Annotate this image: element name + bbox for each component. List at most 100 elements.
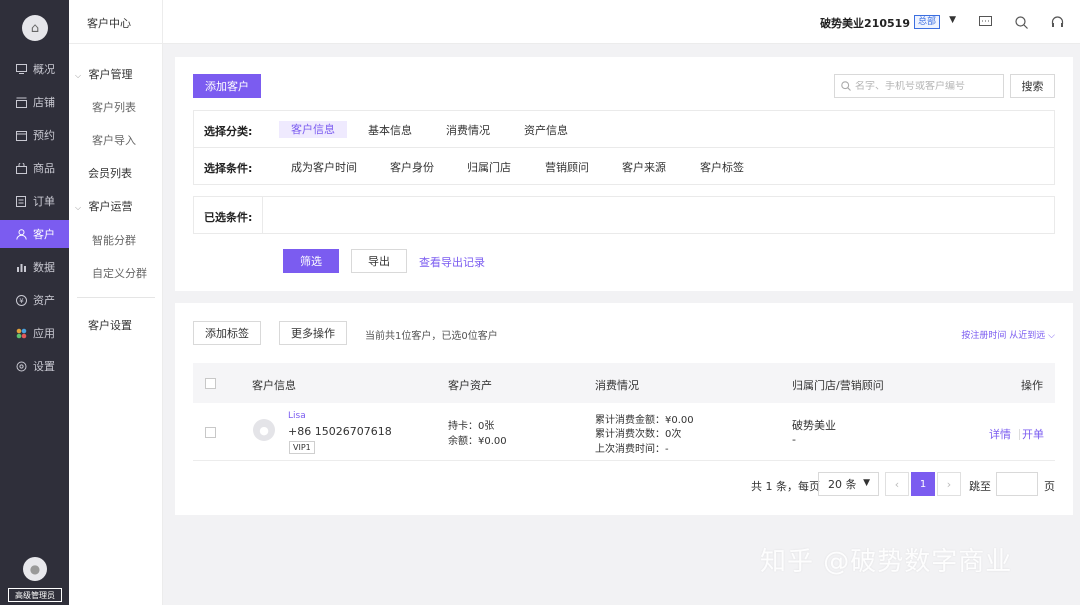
customer-name-link[interactable]: Lisa [288, 411, 306, 421]
message-icon[interactable] [977, 14, 993, 30]
search-button[interactable]: 搜索 [1010, 74, 1055, 98]
nav-label: 订单 [33, 195, 55, 208]
export-records-link[interactable]: 查看导出记录 [419, 254, 485, 270]
condition-option[interactable]: 客户标签 [700, 159, 744, 175]
customer-avatar: ● [253, 419, 275, 441]
category-row: 选择分类: 客户信息 基本信息 消费情况 资产信息 [194, 111, 1054, 148]
add-customer-button[interactable]: 添加客户 [193, 74, 261, 98]
nav-item-booking[interactable]: 预约 [0, 121, 69, 149]
svg-text:¥: ¥ [19, 297, 24, 305]
condition-option[interactable]: 成为客户时间 [291, 159, 357, 175]
list-icon [15, 195, 27, 207]
filter-button[interactable]: 筛选 [283, 249, 339, 273]
nav-item-settings[interactable]: 设置 [0, 352, 69, 380]
store-badge: 总部 [913, 15, 940, 29]
caret-down-icon[interactable]: ▼ [949, 15, 956, 25]
condition-option[interactable]: 营销顾问 [545, 159, 589, 175]
column-header: 操作 [1021, 379, 1043, 392]
user-avatar[interactable]: ● [23, 557, 47, 581]
customer-phone: +86 15026707618 [288, 425, 392, 438]
jump-label: 跳至 [969, 480, 991, 493]
nav-item-assets[interactable]: ¥ 资产 [0, 286, 69, 314]
total-amount: 累计消费金额：¥0.00 [595, 415, 694, 426]
headset-icon[interactable] [1049, 14, 1065, 30]
column-header: 归属门店/营销顾问 [792, 379, 884, 392]
last-consume-time: 上次消费时间：- [595, 444, 669, 455]
next-page-button[interactable]: › [937, 472, 961, 496]
export-button[interactable]: 导出 [351, 249, 407, 273]
search-input[interactable] [855, 80, 995, 92]
store-name[interactable]: 破势美业210519 [820, 15, 910, 31]
nav-label: 预约 [33, 129, 55, 142]
condition-row: 选择条件: 成为客户时间 客户身份 归属门店 营销顾问 客户来源 客户标签 [194, 148, 1054, 185]
table-row: ● Lisa +86 15026707618 VIP1 持卡：0张 余额：¥0.… [193, 403, 1055, 461]
chevron-down-icon: ⌵ [75, 71, 82, 80]
nav-item-customers[interactable]: 客户 [0, 220, 69, 248]
customer-cards: 持卡：0张 [448, 421, 495, 432]
nav-label: 店铺 [33, 96, 55, 109]
more-ops-button[interactable]: 更多操作 [279, 321, 347, 345]
chevron-down-icon: ⌵ [75, 203, 82, 212]
customer-list-panel: 添加标签 更多操作 当前共1位客户，已选0位客户 按注册时间 从近到远 ⌵ 客户… [175, 303, 1073, 515]
page-number-current[interactable]: 1 [911, 472, 935, 496]
jump-page-input[interactable] [996, 472, 1038, 496]
column-header: 消费情况 [595, 379, 639, 392]
chevron-down-icon: ⌵ [1048, 331, 1055, 341]
column-header: 客户信息 [252, 379, 296, 392]
op-separator [1019, 429, 1020, 440]
nav-item-apps[interactable]: 应用 [0, 319, 69, 347]
chosen-separator [262, 197, 263, 233]
condition-option[interactable]: 客户身份 [390, 159, 434, 175]
table-header: 客户信息 客户资产 消费情况 归属门店/营销顾问 操作 [193, 363, 1055, 403]
watermark-text: 知乎 @破势数字商业 [760, 547, 1013, 577]
filter-box: 选择分类: 客户信息 基本信息 消费情况 资产信息 选择条件: 成为客户时间 客… [193, 110, 1055, 185]
subnav-item-custom-group[interactable]: 自定义分群 [92, 265, 147, 281]
nav-item-goods[interactable]: 商品 [0, 154, 69, 182]
nav-label: 数据 [33, 261, 55, 274]
left-nav: ⌂ 概况 店铺 预约 商品 订单 客户 数据 ¥ 资产 应用 设置 ● 高级管理… [0, 0, 69, 605]
subnav-item-customer-import[interactable]: 客户导入 [92, 132, 136, 148]
row-checkbox[interactable] [205, 427, 216, 438]
store-logo-icon[interactable]: ⌂ [22, 15, 48, 41]
subnav-title: 客户中心 [87, 17, 131, 30]
sort-dropdown[interactable]: 按注册时间 从近到远 ⌵ [961, 328, 1055, 341]
subnav-item-customer-list[interactable]: 客户列表 [92, 99, 136, 115]
subnav-group-customer-ops[interactable]: ⌵ 客户运营 [75, 198, 133, 214]
add-tag-button[interactable]: 添加标签 [193, 321, 261, 345]
condition-option[interactable]: 归属门店 [467, 159, 511, 175]
page-size-value: 20 条 [828, 478, 857, 491]
subnav-item-smart-group[interactable]: 智能分群 [92, 232, 136, 248]
customer-subnav: 客户中心 ⌵ 客户管理 客户列表 客户导入 会员列表 ⌵ 客户运营 智能分群 自… [69, 0, 163, 605]
chart-icon [15, 261, 27, 273]
search-icon[interactable] [1013, 14, 1029, 30]
create-order-link[interactable]: 开单 [1022, 426, 1044, 442]
search-box [834, 74, 1004, 98]
nav-label: 商品 [33, 162, 55, 175]
select-all-checkbox[interactable] [205, 378, 216, 389]
user-icon [15, 228, 27, 240]
pager-total: 共 1 条，每页 [751, 480, 820, 493]
nav-item-store[interactable]: 店铺 [0, 88, 69, 116]
top-header: 破势美业210519 总部 ▼ [163, 0, 1080, 44]
condition-option[interactable]: 客户来源 [622, 159, 666, 175]
detail-link[interactable]: 详情 [989, 426, 1011, 442]
nav-item-orders[interactable]: 订单 [0, 187, 69, 215]
page-size-select[interactable]: 20 条 ▼ [818, 472, 879, 496]
vip-level-tag: VIP1 [289, 441, 315, 454]
subnav-item-customer-settings[interactable]: 客户设置 [88, 317, 132, 333]
nav-item-data[interactable]: 数据 [0, 253, 69, 281]
subnav-divider [69, 43, 163, 44]
category-option[interactable]: 资产信息 [524, 122, 568, 138]
nav-item-overview[interactable]: 概况 [0, 55, 69, 83]
nav-label: 设置 [33, 360, 55, 373]
subnav-group-label: 客户管理 [88, 68, 133, 81]
subnav-group-customer-mgmt[interactable]: ⌵ 客户管理 [75, 66, 133, 82]
category-option-selected[interactable]: 客户信息 [279, 121, 347, 138]
nav-label: 客户 [33, 228, 55, 241]
prev-page-button[interactable]: ‹ [885, 472, 909, 496]
chosen-label: 已选条件: [204, 211, 253, 224]
page-unit-label: 页 [1044, 480, 1055, 493]
category-option[interactable]: 消费情况 [446, 122, 490, 138]
category-option[interactable]: 基本信息 [368, 122, 412, 138]
subnav-item-member-list[interactable]: 会员列表 [88, 165, 132, 181]
